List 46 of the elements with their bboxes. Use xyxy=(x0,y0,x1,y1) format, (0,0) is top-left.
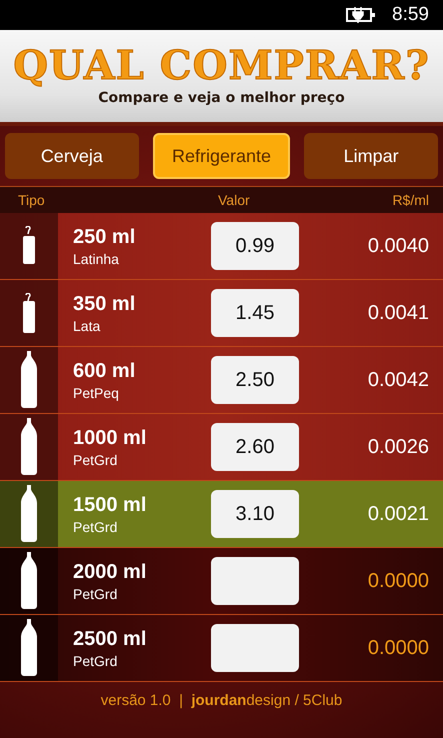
price-input[interactable]: 2.50 xyxy=(211,356,299,404)
price-per-ml: 0.0026 xyxy=(366,436,430,458)
battery-charging-icon xyxy=(346,7,376,23)
version-credits: versão 1.0 | jourdandesign / 5Club xyxy=(100,692,342,709)
category-button[interactable]: Refrigerante xyxy=(152,133,290,179)
size-label: 600 ml xyxy=(73,360,136,382)
size-label: 350 ml xyxy=(73,292,136,316)
price-input[interactable] xyxy=(211,624,299,672)
price-input[interactable] xyxy=(211,557,299,605)
price-per-ml: 0.0040 xyxy=(366,234,430,258)
category-button[interactable]: Limpar xyxy=(304,133,438,179)
container-label: PetGrd xyxy=(73,586,118,602)
column-header: Valor xyxy=(218,192,251,208)
price-per-ml: 0.0000 xyxy=(366,570,430,592)
app-title: QUAL COMPRAR? xyxy=(13,46,430,86)
size-label: 1000 ml xyxy=(73,426,148,450)
column-header: Tipo xyxy=(18,192,46,208)
can-icon xyxy=(21,226,37,266)
price-input[interactable]: 2.60 xyxy=(211,423,299,471)
size-label: 2500 ml xyxy=(73,628,148,650)
bottle-icon xyxy=(20,351,38,409)
category-button[interactable]: Cerveja xyxy=(5,133,139,179)
price-input[interactable]: 0.99 xyxy=(211,222,299,270)
container-label: PetGrd xyxy=(73,452,118,468)
bottle-icon xyxy=(20,485,38,543)
container-label: Latinha xyxy=(73,250,120,266)
price-input[interactable]: 3.10 xyxy=(211,490,299,538)
app-subtitle: Compare e veja o melhor preço xyxy=(98,90,345,106)
bottle-icon xyxy=(20,552,38,610)
price-per-ml: 0.0000 xyxy=(366,636,430,660)
container-label: PetPeq xyxy=(73,384,120,400)
price-per-ml: 0.0041 xyxy=(366,302,430,324)
size-label: 250 ml xyxy=(73,226,136,248)
price-per-ml: 0.0021 xyxy=(366,502,430,526)
price-per-ml: 0.0042 xyxy=(366,368,430,392)
container-label: PetGrd xyxy=(73,518,118,534)
price-input[interactable]: 1.45 xyxy=(211,289,299,337)
can-icon xyxy=(21,293,37,333)
container-label: Lata xyxy=(73,318,102,334)
size-label: 1500 ml xyxy=(73,494,148,516)
clock-time: 8:59 xyxy=(392,4,429,26)
bottle-icon xyxy=(20,619,38,677)
size-label: 2000 ml xyxy=(73,560,148,584)
bottle-icon xyxy=(20,418,38,476)
column-header: R$/ml xyxy=(392,192,429,208)
container-label: PetGrd xyxy=(73,652,118,668)
